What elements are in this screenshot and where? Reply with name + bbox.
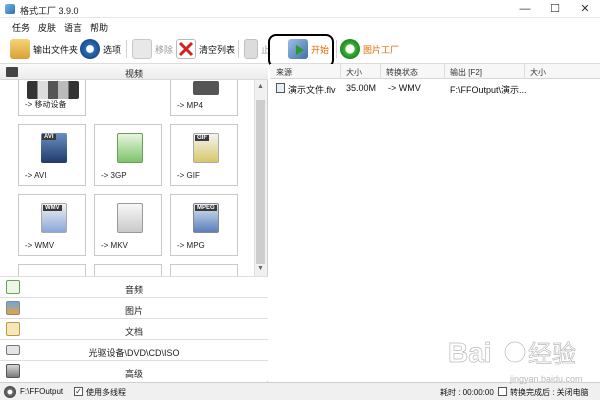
category-document[interactable]: 文档 bbox=[0, 318, 268, 339]
row-output: F:\FFOutput\演示... bbox=[450, 85, 527, 95]
file-icon bbox=[276, 83, 285, 93]
toolbar-separator bbox=[238, 40, 239, 58]
mp4-icon bbox=[193, 81, 219, 95]
svg-text:经验: 经验 bbox=[528, 341, 576, 368]
3gp-icon bbox=[117, 133, 143, 163]
category-optical[interactable]: 光驱设备\DVD\CD\ISO bbox=[0, 339, 268, 360]
format-tile-avi[interactable]: AVI -> AVI bbox=[18, 124, 86, 186]
category-picture[interactable]: 图片 bbox=[0, 297, 268, 318]
folder-icon bbox=[10, 39, 30, 59]
options-button[interactable]: 选项 bbox=[80, 37, 121, 61]
clear-list-button[interactable]: 清空列表 bbox=[176, 37, 235, 61]
multithread-checkbox[interactable]: ✓ bbox=[74, 387, 83, 396]
toolbar-separator bbox=[126, 40, 127, 58]
format-tile-3gp[interactable]: -> 3GP bbox=[94, 124, 162, 186]
format-tile[interactable] bbox=[170, 264, 238, 276]
format-tile-mobile[interactable]: -> 移动设备 bbox=[18, 80, 86, 116]
toolbar-separator bbox=[336, 40, 337, 58]
menu-bar: 任务 皮肤 语言 帮助 bbox=[0, 18, 600, 34]
format-tile[interactable] bbox=[94, 264, 162, 276]
stop-button[interactable]: 止 bbox=[244, 37, 270, 61]
format-tile-mpg[interactable]: MPEG -> MPG bbox=[170, 194, 238, 256]
category-audio[interactable]: 音频 bbox=[0, 276, 268, 297]
output-folder-button[interactable]: 输出文件夹 bbox=[10, 37, 78, 61]
format-tile[interactable] bbox=[18, 264, 86, 276]
row-size: 35.00M bbox=[346, 83, 377, 93]
menu-language[interactable]: 语言 bbox=[64, 21, 82, 34]
picture-factory-icon bbox=[340, 39, 360, 59]
avi-icon: AVI bbox=[41, 133, 67, 163]
maximize-icon[interactable]: ☐ bbox=[540, 0, 570, 18]
gif-icon: GIF bbox=[193, 133, 219, 163]
clear-icon bbox=[176, 39, 196, 59]
watermark: Bai 经验 jingyan.baidu.com bbox=[440, 322, 600, 392]
menu-skin[interactable]: 皮肤 bbox=[38, 21, 56, 34]
svg-text:jingyan.baidu.com: jingyan.baidu.com bbox=[509, 374, 583, 384]
row-source: 演示文件.flv bbox=[288, 85, 336, 95]
output-folder-icon bbox=[4, 386, 16, 398]
scroll-thumb[interactable] bbox=[256, 100, 265, 264]
remove-icon bbox=[132, 39, 152, 59]
multithread-label: 使用多线程 bbox=[86, 388, 126, 397]
format-tile-gif[interactable]: GIF -> GIF bbox=[170, 124, 238, 186]
window-title: 格式工厂 3.9.0 bbox=[20, 6, 79, 16]
app-icon bbox=[5, 4, 15, 14]
title-bar: 格式工厂 3.9.0 — ☐ ✕ bbox=[0, 0, 600, 18]
col-source[interactable]: 来源 bbox=[276, 67, 292, 78]
watermark-logo: Bai 经验 jingyan.baidu.com bbox=[448, 337, 583, 384]
mpg-icon: MPEG bbox=[193, 203, 219, 233]
col-output-size[interactable]: 大小 bbox=[530, 67, 546, 78]
start-highlight-box bbox=[268, 34, 334, 68]
stop-icon bbox=[244, 39, 258, 59]
col-output[interactable]: 输出 [F2] bbox=[450, 67, 482, 78]
svg-text:Bai: Bai bbox=[448, 337, 492, 368]
table-row[interactable]: 演示文件.flv 35.00M -> WMV F:\FFOutput\演示... bbox=[272, 80, 598, 96]
menu-task[interactable]: 任务 bbox=[12, 21, 30, 34]
left-panel: 视频 -> 移动设备 -> MP4 AVI -> AVI -> 3GP GIF … bbox=[0, 64, 268, 382]
format-grid: -> 移动设备 -> MP4 AVI -> AVI -> 3GP GIF -> … bbox=[0, 80, 254, 276]
output-path[interactable]: F:\FFOutput bbox=[20, 387, 63, 396]
category-advanced[interactable]: 高级 bbox=[0, 360, 268, 381]
scroll-up-icon[interactable]: ▲ bbox=[254, 81, 267, 93]
category-video[interactable]: 视频 bbox=[0, 64, 268, 80]
mkv-icon bbox=[117, 203, 143, 233]
wmv-icon: WMV bbox=[41, 203, 67, 233]
minimize-icon[interactable]: — bbox=[510, 0, 540, 18]
format-tile-mkv[interactable]: -> MKV bbox=[94, 194, 162, 256]
col-status[interactable]: 转换状态 bbox=[386, 67, 418, 78]
mobile-device-icon bbox=[27, 81, 79, 99]
scroll-down-icon[interactable]: ▼ bbox=[254, 263, 267, 275]
close-icon[interactable]: ✕ bbox=[570, 0, 600, 18]
format-tile-wmv[interactable]: WMV -> WMV bbox=[18, 194, 86, 256]
remove-button[interactable]: 移除 bbox=[132, 37, 173, 61]
col-size[interactable]: 大小 bbox=[346, 67, 362, 78]
menu-help[interactable]: 帮助 bbox=[90, 21, 108, 34]
picture-factory-button[interactable]: 图片工厂 bbox=[340, 37, 399, 61]
format-tile-mp4[interactable]: -> MP4 bbox=[170, 80, 238, 116]
task-table-header: 来源 大小 转换状态 输出 [F2] 大小 bbox=[270, 64, 600, 79]
row-status: -> WMV bbox=[388, 83, 421, 93]
settings-icon bbox=[80, 39, 100, 59]
